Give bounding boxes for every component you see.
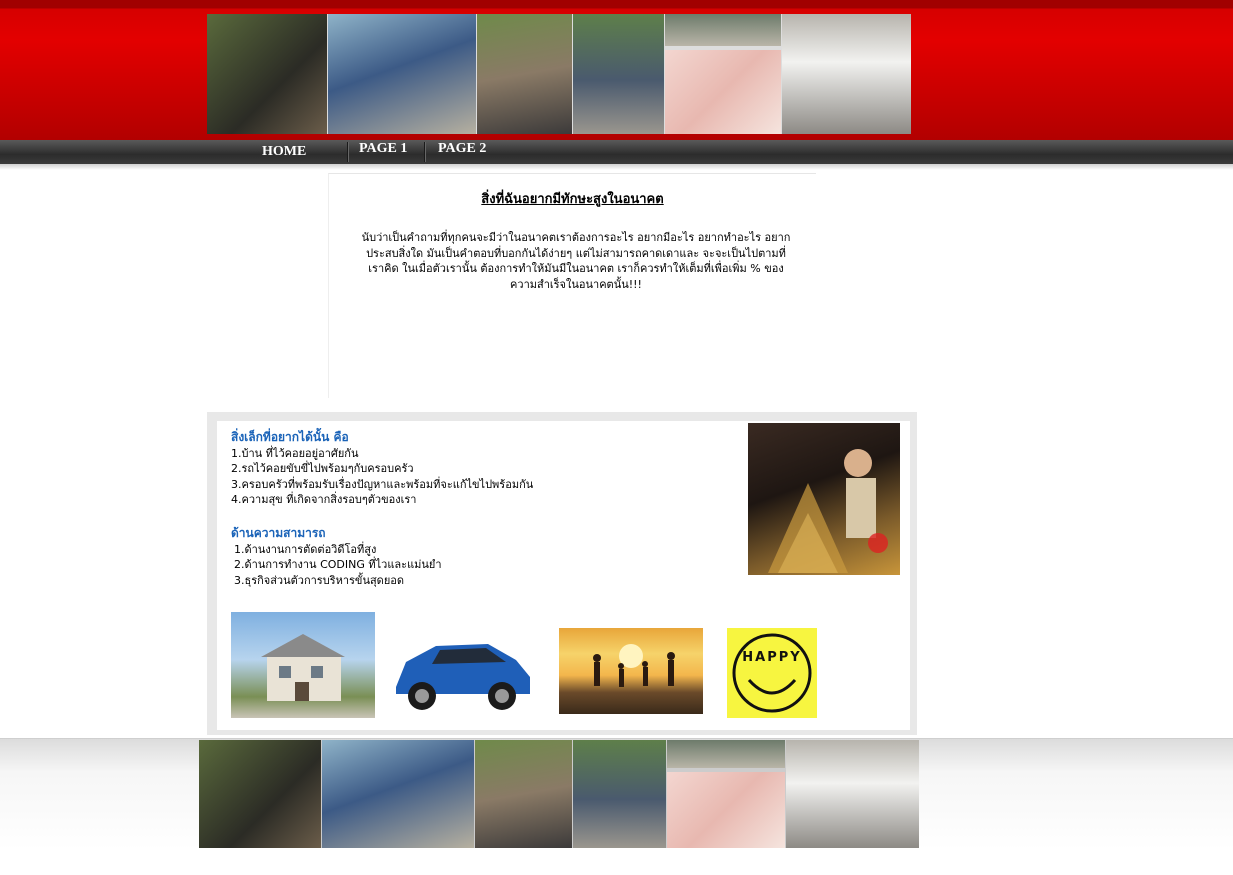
banner-photo-6 bbox=[665, 50, 781, 134]
skill-item: 3.ธุรกิจส่วนตัวการบริหารขั้นสุดยอด bbox=[234, 574, 405, 587]
happy-smiley-image: HAPPY bbox=[727, 628, 817, 718]
banner-photo-1 bbox=[207, 14, 327, 134]
house-photo bbox=[231, 612, 375, 718]
nav-divider bbox=[424, 142, 426, 162]
intro-title: สิ่งที่ฉันอยากมีทักษะสูงในอนาคต bbox=[481, 192, 664, 207]
footer-photo-1 bbox=[199, 740, 321, 848]
banner-photo-4 bbox=[573, 14, 664, 134]
intro-article: สิ่งที่ฉันอยากมีทักษะสูงในอนาคต นับว่าเป… bbox=[328, 173, 816, 398]
footer-banner bbox=[199, 740, 919, 848]
banner-photo-3 bbox=[477, 14, 572, 134]
banner-photo-2 bbox=[328, 14, 476, 134]
nav-home-link[interactable]: HOME bbox=[262, 144, 306, 160]
footer-photo-7 bbox=[786, 740, 919, 848]
family-sunset-photo bbox=[559, 628, 703, 714]
nav-shadow bbox=[0, 164, 1233, 170]
main-nav: HOME PAGE 1 PAGE 2 bbox=[0, 140, 1233, 164]
nav-page1-link[interactable]: PAGE 1 bbox=[359, 141, 407, 157]
nav-divider bbox=[347, 142, 349, 162]
banner-photo-7 bbox=[782, 14, 911, 134]
intro-body: นับว่าเป็นคำถามที่ทุกคนจะมีว่าในอนาคตเรา… bbox=[361, 231, 791, 291]
footer-photo-2 bbox=[322, 740, 474, 848]
footer-photo-6 bbox=[667, 772, 785, 848]
footer-photo-3 bbox=[475, 740, 572, 848]
header-banner bbox=[207, 14, 911, 134]
footer-photo-4 bbox=[573, 740, 666, 848]
nav-page2-link[interactable]: PAGE 2 bbox=[438, 141, 486, 157]
banner-photo-5 bbox=[665, 14, 781, 46]
champagne-tower-photo bbox=[748, 423, 900, 575]
happy-label: HAPPY bbox=[742, 650, 802, 665]
wish-item: 4.ความสุข ที่เกิดจากสิ่งรอบๆตัวของเรา bbox=[231, 493, 417, 506]
footer-photo-5 bbox=[667, 740, 785, 768]
car-photo bbox=[388, 632, 536, 714]
